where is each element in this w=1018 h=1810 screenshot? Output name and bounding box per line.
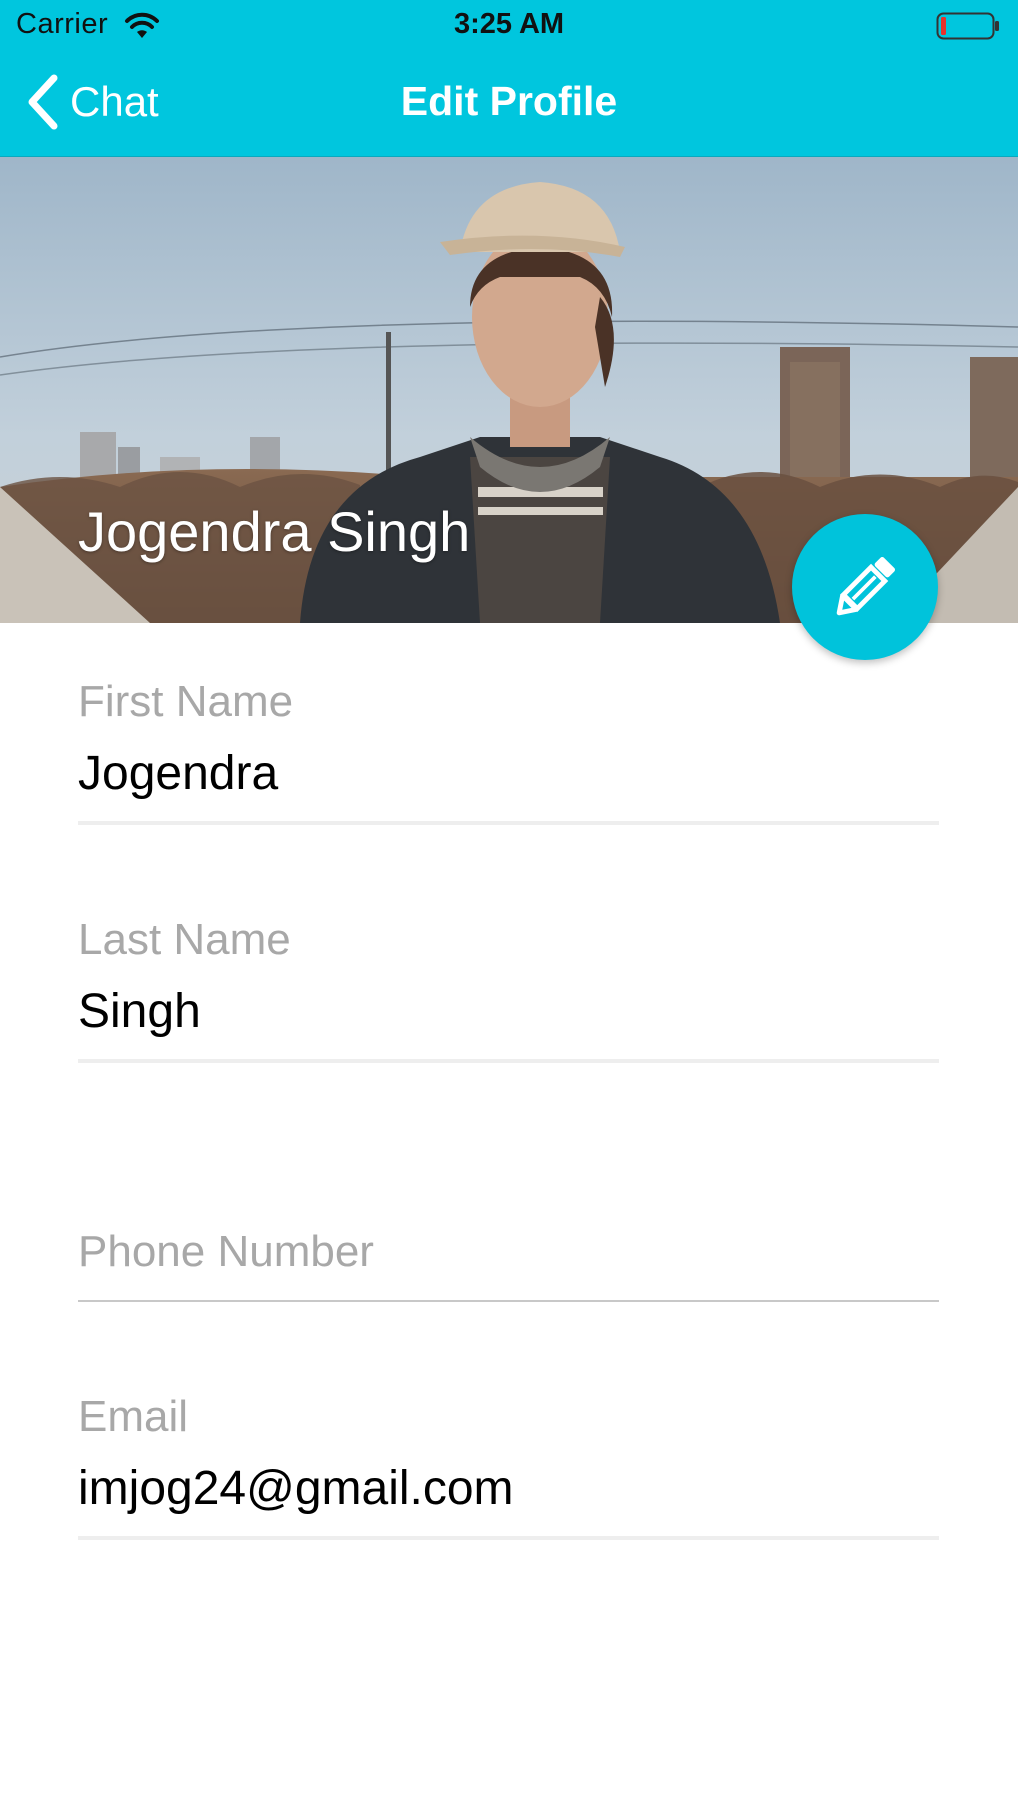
email-label: Email bbox=[78, 1392, 189, 1441]
phone-number-underline bbox=[78, 1300, 939, 1302]
status-time: 3:25 AM bbox=[453, 8, 565, 40]
email-input[interactable]: imjog24@gmail.com bbox=[78, 1465, 939, 1513]
page-title: Edit Profile bbox=[400, 78, 618, 124]
edit-photo-button[interactable] bbox=[792, 514, 938, 660]
first-name-input[interactable]: Jogendra bbox=[78, 750, 939, 798]
phone-number-field[interactable]: Phone Number bbox=[78, 1230, 939, 1302]
profile-display-name: Jogendra Singh bbox=[78, 500, 471, 563]
email-field[interactable]: Email imjog24@gmail.com bbox=[78, 1392, 939, 1540]
last-name-label: Last Name bbox=[78, 915, 291, 964]
last-name-underline bbox=[78, 1059, 939, 1063]
first-name-underline bbox=[78, 821, 939, 825]
first-name-label: First Name bbox=[78, 677, 294, 726]
last-name-input[interactable]: Singh bbox=[78, 988, 939, 1036]
last-name-field[interactable]: Last Name Singh bbox=[78, 915, 939, 1063]
email-underline bbox=[78, 1536, 939, 1540]
navigation-header: Carrier 3:25 AM Chat Edit Profile bbox=[0, 0, 1018, 157]
pencil-icon bbox=[836, 556, 896, 616]
phone-number-input[interactable]: Phone Number bbox=[78, 1230, 939, 1274]
first-name-field[interactable]: First Name Jogendra bbox=[78, 677, 939, 825]
battery-low-icon bbox=[936, 12, 999, 40]
